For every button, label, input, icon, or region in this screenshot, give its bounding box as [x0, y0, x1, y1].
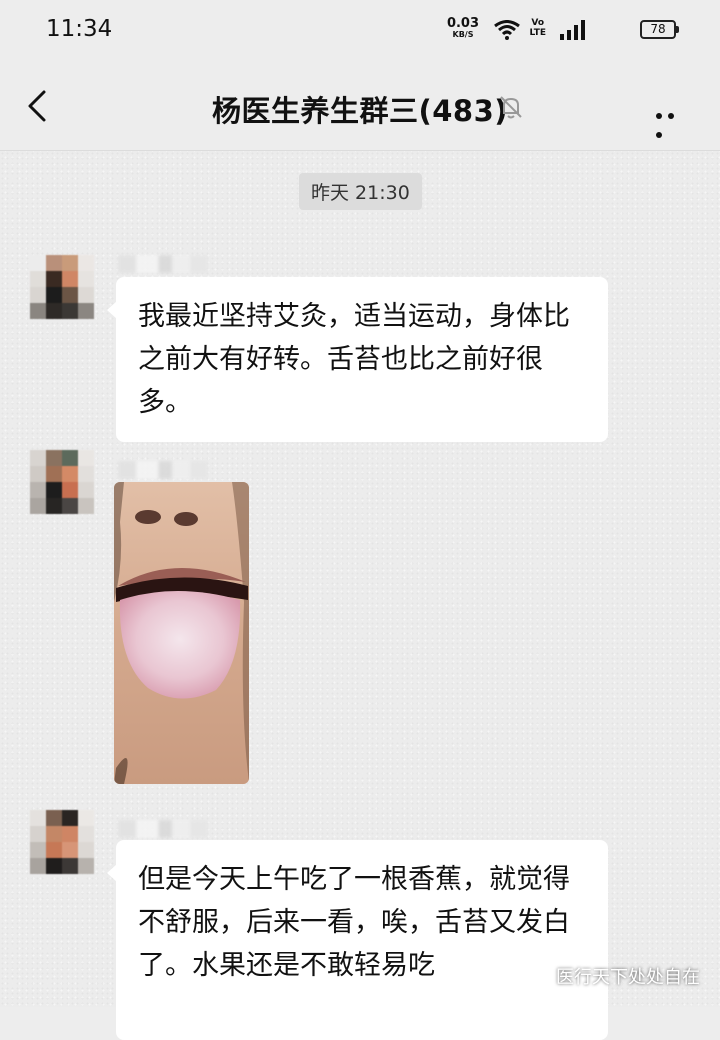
avatar[interactable]: [30, 255, 94, 319]
message-bubble[interactable]: 我最近坚持艾灸，适当运动，身体比之前大有好转。舌苔也比之前好很多。: [107, 277, 608, 442]
message-text: 但是今天上午吃了一根香蕉，就觉得不舒服，后来一看，唉，舌苔又发白了。水果还是不敢…: [138, 864, 570, 981]
message-bubble[interactable]: 但是今天上午吃了一根香蕉，就觉得不舒服，后来一看，唉，舌苔又发白了。水果还是不敢…: [107, 840, 608, 1040]
wifi-icon: [494, 20, 520, 40]
photo-icon: [114, 482, 249, 784]
more-dot: [656, 132, 662, 138]
chat-messages[interactable]: 昨天 21:30 我最近坚持艾灸，适当运动，身体比之前大有好转。舌苔也比之前好很…: [0, 151, 720, 1040]
battery-icon: 78: [640, 20, 679, 39]
volte-top: Vo: [531, 18, 545, 28]
volte-icon: Vo LTE: [529, 18, 546, 38]
message-text: 我最近坚持艾灸，适当运动，身体比之前大有好转。舌苔也比之前好很多。: [138, 301, 570, 418]
status-time: 11:34: [46, 16, 113, 42]
sender-name-blurred: [118, 461, 208, 479]
bell-muted-icon: [500, 96, 522, 119]
wechat-official-account-icon: [524, 969, 543, 986]
chat-header: 杨医生养生群三(483): [0, 64, 720, 151]
network-speed-unit: KB/S: [452, 30, 474, 39]
sender-name-blurred: [118, 255, 208, 273]
sender-name-blurred: [118, 820, 208, 838]
time-divider: 昨天 21:30: [299, 173, 422, 210]
more-dots-icon: [656, 113, 662, 119]
more-button[interactable]: [656, 104, 690, 138]
network-speed: 0.03 KB/S: [446, 16, 480, 40]
watermark: 医行天下处处自在: [524, 963, 700, 989]
more-dot: [668, 113, 674, 119]
avatar[interactable]: [30, 450, 94, 514]
signal-icon: [560, 20, 585, 40]
volte-bottom: LTE: [529, 28, 546, 38]
tongue-photo[interactable]: [114, 482, 249, 784]
chat-title: 杨医生养生群三(483): [211, 94, 509, 128]
avatar[interactable]: [30, 810, 94, 874]
watermark-text: 医行天下处处自在: [556, 967, 700, 988]
status-bar: 11:34 0.03 KB/S Vo LTE 78: [0, 0, 720, 64]
network-speed-value: 0.03: [446, 16, 480, 31]
